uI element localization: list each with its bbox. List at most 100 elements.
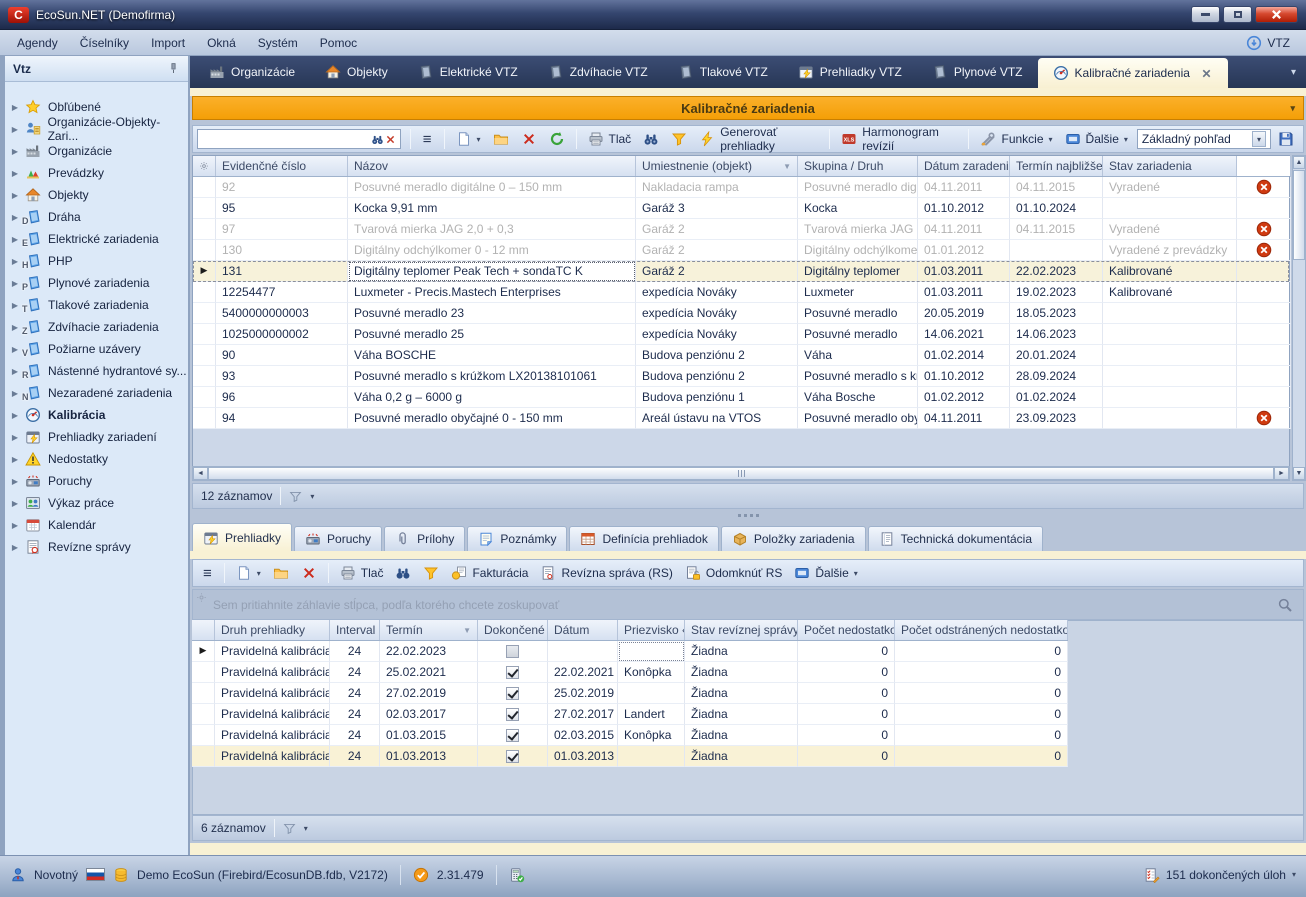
done-checkbox[interactable] bbox=[506, 687, 519, 700]
sidebar-item-poziarne-uzavery[interactable]: ▶VPožiarne uzávery bbox=[5, 338, 188, 360]
inspection-row-4[interactable]: Pravidelná kalibrácia2402.03.201727.02.2… bbox=[192, 704, 1068, 725]
detail-more-button[interactable]: Ďalšie▾ bbox=[789, 562, 862, 584]
layout-menu-button[interactable]: ≡ bbox=[417, 131, 438, 148]
delete-record-button[interactable] bbox=[516, 128, 542, 150]
menu-item-ciselniky[interactable]: Číselníky bbox=[69, 32, 140, 54]
detail-open-button[interactable] bbox=[268, 562, 294, 584]
filter-caret[interactable]: ▾ bbox=[310, 492, 314, 501]
expand-arrow-icon[interactable]: ▶ bbox=[5, 543, 25, 552]
done-checkbox[interactable] bbox=[506, 666, 519, 679]
tab-zdvihacie-vtz[interactable]: Zdvíhacie VTZ bbox=[533, 56, 663, 88]
sidebar-item-prehliadky-zariadeni[interactable]: ▶Prehliadky zariadení bbox=[5, 426, 188, 448]
column-header[interactable]: Počet nedostatkov bbox=[798, 620, 895, 640]
pane-splitter[interactable] bbox=[192, 509, 1304, 522]
menu-item-pomoc[interactable]: Pomoc bbox=[309, 32, 368, 54]
sidebar-item-plynove-zariadenia[interactable]: ▶PPlynové zariadenia bbox=[5, 272, 188, 294]
menu-item-import[interactable]: Import bbox=[140, 32, 196, 54]
device-row-131[interactable]: ▶131Digitálny teplomer Peak Tech + sonda… bbox=[193, 261, 1289, 282]
detail-print-button[interactable]: Tlač bbox=[335, 562, 389, 584]
detail-tab-poruchy[interactable]: Poruchy bbox=[294, 526, 382, 551]
column-header[interactable]: Dátum bbox=[548, 620, 618, 640]
sidebar-item-php[interactable]: ▶HPHP bbox=[5, 250, 188, 272]
detail-delete-button[interactable] bbox=[296, 562, 322, 584]
expand-arrow-icon[interactable]: ▶ bbox=[5, 411, 25, 420]
device-row-130[interactable]: 130Digitálny odchýlkomer 0 - 12 mmGaráž … bbox=[193, 240, 1289, 261]
horizontal-scrollbar[interactable]: ◄► bbox=[192, 466, 1290, 481]
done-checkbox[interactable] bbox=[506, 708, 519, 721]
sidebar-item-kalendar[interactable]: ▶Kalendár bbox=[5, 514, 188, 536]
tab-prehliadky-vtz[interactable]: Prehliadky VTZ bbox=[783, 56, 917, 88]
detail-tab-definicia-prehliadok[interactable]: Definícia prehliadok bbox=[569, 526, 718, 551]
column-header[interactable]: Druh prehliadky bbox=[215, 620, 330, 640]
tab-objekty[interactable]: Objekty bbox=[310, 56, 403, 88]
menu-item-agendy[interactable]: Agendy bbox=[6, 32, 69, 54]
menu-item-okna[interactable]: Okná bbox=[196, 32, 247, 54]
column-header[interactable]: Evidenčné číslo bbox=[216, 156, 348, 176]
device-row-12254477[interactable]: 12254477Luxmeter - Precis.Mastech Enterp… bbox=[193, 282, 1289, 303]
column-header[interactable]: Počet odstránených nedostatkov bbox=[895, 620, 1068, 640]
done-checkbox[interactable] bbox=[506, 645, 519, 658]
banner-caret[interactable]: ▾ bbox=[1290, 103, 1295, 114]
open-record-button[interactable] bbox=[488, 128, 514, 150]
view-selector[interactable]: Základný pohľad ▾ bbox=[1137, 129, 1271, 149]
functions-button[interactable]: Funkcie▾ bbox=[975, 128, 1057, 150]
device-row-95[interactable]: 95Kocka 9,91 mmGaráž 3Kocka01.10.201201.… bbox=[193, 198, 1289, 219]
filter-caret[interactable]: ▾ bbox=[304, 824, 308, 833]
done-checkbox[interactable] bbox=[506, 729, 519, 742]
language-flag-icon[interactable] bbox=[86, 868, 105, 881]
groupby-bar[interactable]: Sem pritiahnite záhlavie stĺpca, podľa k… bbox=[192, 589, 1304, 620]
inspection-row-5[interactable]: Pravidelná kalibrácia2401.03.201502.03.2… bbox=[192, 725, 1068, 746]
sidebar-item-zdvihacie-zariadenia[interactable]: ▶ZZdvíhacie zariadenia bbox=[5, 316, 188, 338]
column-header[interactable]: Názov bbox=[348, 156, 636, 176]
view-selector-caret[interactable]: ▾ bbox=[1252, 131, 1266, 147]
sidebar-item-poruchy[interactable]: ▶Poruchy bbox=[5, 470, 188, 492]
column-header[interactable]: Interval bbox=[330, 620, 380, 640]
done-checkbox[interactable] bbox=[506, 750, 519, 763]
sidebar-item-nedostatky[interactable]: ▶Nedostatky bbox=[5, 448, 188, 470]
tab-kalibracne-zariadenia[interactable]: Kalibračné zariadenia bbox=[1038, 58, 1228, 88]
search-input[interactable] bbox=[201, 132, 371, 146]
sidebar-item-kalibracia[interactable]: ▶Kalibrácia bbox=[5, 404, 188, 426]
device-row-1025000000002[interactable]: 1025000000002Posuvné meradlo 25expedícia… bbox=[193, 324, 1289, 345]
detail-find-button[interactable] bbox=[390, 562, 416, 584]
minimize-button[interactable] bbox=[1191, 6, 1220, 23]
device-row-97[interactable]: 97Tvarová mierka JAG 2,0 + 0,3Garáž 2Tva… bbox=[193, 219, 1289, 240]
filter-button[interactable] bbox=[666, 128, 692, 150]
tab-organizacie[interactable]: Organizácie bbox=[194, 56, 310, 88]
generate-inspections-button[interactable]: Generovať prehliadky bbox=[694, 122, 823, 156]
inspection-row-3[interactable]: Pravidelná kalibrácia2427.02.201925.02.2… bbox=[192, 683, 1068, 704]
detail-new-button[interactable]: ▾ bbox=[231, 562, 266, 584]
detail-tab-prehliadky[interactable]: Prehliadky bbox=[192, 523, 292, 551]
sidebar-item-organizacie[interactable]: ▶Organizácie bbox=[5, 140, 188, 162]
column-header[interactable]: Priezvisko «... bbox=[618, 620, 685, 640]
tasks-caret[interactable]: ▾ bbox=[1292, 870, 1296, 879]
detail-tab-polozky-zariadenia[interactable]: Položky zariadenia bbox=[721, 526, 866, 551]
expand-arrow-icon[interactable]: ▶ bbox=[5, 191, 25, 200]
expand-arrow-icon[interactable]: ▶ bbox=[5, 521, 25, 530]
device-row-90[interactable]: 90Váha BOSCHEBudova penziónu 2Váha01.02.… bbox=[193, 345, 1289, 366]
detail-tab-poznamky[interactable]: Poznámky bbox=[467, 526, 567, 551]
column-header[interactable]: Umiestnenie (objekt)▼ bbox=[636, 156, 798, 176]
detail-tab-technicka-dokumentacia[interactable]: Technická dokumentácia bbox=[868, 526, 1043, 551]
device-row-94[interactable]: 94Posuvné meradlo obyčajné 0 - 150 mmAre… bbox=[193, 408, 1289, 429]
inspection-row-6[interactable]: Pravidelná kalibrácia2401.03.201301.03.2… bbox=[192, 746, 1068, 767]
print-button[interactable]: Tlač bbox=[583, 128, 637, 150]
tasks-status[interactable]: 151 dokončených úloh ▾ bbox=[1144, 867, 1296, 883]
column-header[interactable]: Termín▼ bbox=[380, 620, 478, 640]
column-header[interactable]: Stav zariadenia bbox=[1103, 156, 1237, 176]
inspection-row-2[interactable]: Pravidelná kalibrácia2425.02.202122.02.2… bbox=[192, 662, 1068, 683]
find-button[interactable] bbox=[638, 128, 664, 150]
expand-arrow-icon[interactable]: ▶ bbox=[5, 103, 25, 112]
sidebar-item-nezaradene-zariadenia[interactable]: ▶NNezaradené zariadenia bbox=[5, 382, 188, 404]
column-header[interactable]: Dátum zaradenia bbox=[918, 156, 1010, 176]
refresh-button[interactable] bbox=[544, 128, 570, 150]
device-row-96[interactable]: 96Váha 0,2 g – 6000 gBudova penziónu 1Vá… bbox=[193, 387, 1289, 408]
device-row-5400000000003[interactable]: 5400000000003Posuvné meradlo 23expedícia… bbox=[193, 303, 1289, 324]
expand-arrow-icon[interactable]: ▶ bbox=[5, 455, 25, 464]
sidebar-item-organizacie-objekty-zari[interactable]: ▶Organizácie-Objekty-Zari... bbox=[5, 118, 188, 140]
inspection-row-1[interactable]: ▶Pravidelná kalibrácia2422.02.2023Žiadna… bbox=[192, 641, 1068, 662]
column-header[interactable]: Termín najbližšej ... bbox=[1010, 156, 1103, 176]
expand-arrow-icon[interactable]: ▶ bbox=[5, 477, 25, 486]
calculator-icon[interactable] bbox=[509, 867, 525, 883]
vtz-indicator[interactable]: VTZ bbox=[1246, 35, 1300, 51]
